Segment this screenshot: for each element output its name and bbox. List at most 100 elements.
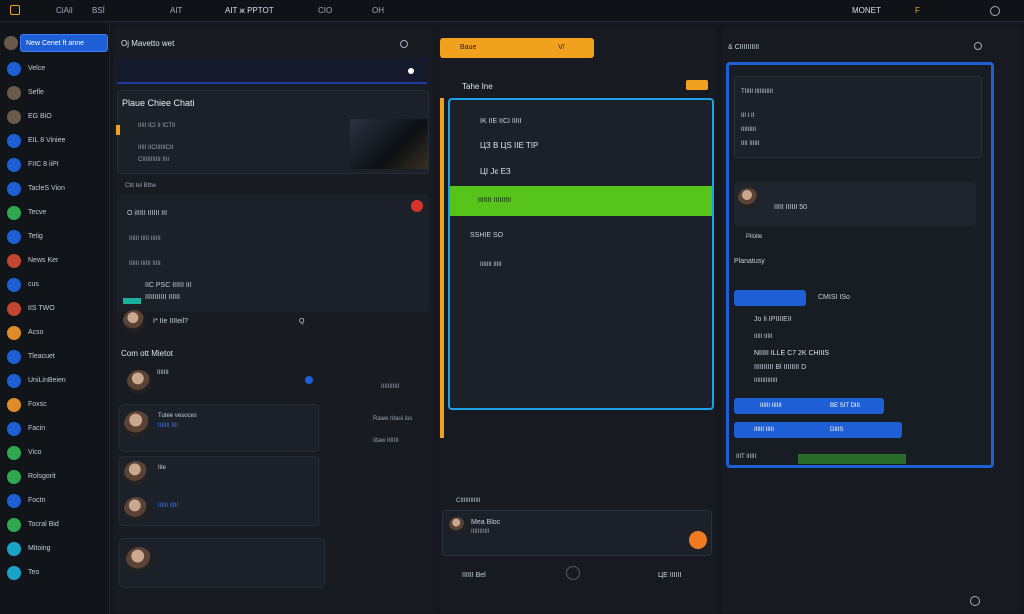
channel-icon <box>7 566 21 580</box>
send-icon[interactable] <box>689 531 707 549</box>
search-icon[interactable] <box>974 42 982 50</box>
footer-text: IIIIII Bel <box>462 572 486 579</box>
sidebar-item[interactable]: News Ker <box>4 252 108 270</box>
sidebar-item-label: Foctn <box>28 497 46 504</box>
sidebar-avatar[interactable] <box>4 36 18 50</box>
tab-count: V/ <box>558 44 565 51</box>
sidebar-item[interactable]: Foxsc <box>4 396 108 414</box>
sidebar-item[interactable]: EG BiO <box>4 108 108 126</box>
sidebar-item-label: EIL 8 Viniee <box>28 137 66 144</box>
row-text: IIIIIIIIIII <box>381 384 400 390</box>
sidebar-item-label: Mitoing <box>28 545 51 552</box>
sidebar-item[interactable]: Rolsgorit <box>4 468 108 486</box>
topbar-item-3[interactable]: CIO <box>318 7 332 15</box>
status-dot-icon <box>408 68 414 74</box>
label: Planatusy <box>734 258 765 265</box>
section-title: Ctit Iel Bthe <box>125 183 157 189</box>
detail-row: Jo Ii IPIIIIEII <box>754 316 792 323</box>
reply-card[interactable]: Mea Bloc IIIIIIIIIII <box>442 510 712 556</box>
tab-label: Baue <box>460 44 477 51</box>
sidebar-item[interactable]: UniLinBeien <box>4 372 108 390</box>
footer-text: ЦЕ IIIIII <box>658 572 682 579</box>
hero-card[interactable]: IIIII IIIIII 50 <box>734 182 976 226</box>
sidebar-item-label: Acso <box>28 329 44 336</box>
tab-2[interactable]: BSÍ <box>92 7 105 15</box>
sidebar-item-label: tIS TWO <box>28 305 55 312</box>
label: Pilolte <box>746 234 763 240</box>
sidebar-item[interactable]: Acso <box>4 324 108 342</box>
channel-icon <box>7 374 21 388</box>
action-button[interactable]: IIIIII IIIII DIIIS <box>734 422 902 438</box>
green-bar[interactable]: IIIIIII IIIIIIIII <box>450 186 712 216</box>
topbar-item-1[interactable]: AIT <box>170 7 182 15</box>
sidebar-item[interactable]: Tecve <box>4 204 108 222</box>
sidebar-item[interactable]: Teo <box>4 564 108 582</box>
footer-text: IIIT IIIIII <box>736 454 757 460</box>
tab-1[interactable]: CiAiI <box>56 7 73 15</box>
sidebar-item-label: Facin <box>28 425 46 432</box>
sidebar-item[interactable]: EIL 8 Viniee <box>4 132 108 150</box>
topbar-item-5[interactable]: MONET <box>852 7 881 15</box>
thread-card[interactable]: IK IIE IICI IIIII ЦЗ B ЦS IIE TIP ЦI Jє … <box>448 98 714 410</box>
topbar-item-2[interactable]: AIT ж PPTOT <box>225 7 274 15</box>
sidebar-item[interactable]: cus <box>4 276 108 294</box>
sidebar-item-label: EG BiO <box>28 113 52 120</box>
zoom-icon[interactable] <box>970 596 980 606</box>
channel-icon <box>7 326 21 340</box>
sidebar-item[interactable]: Tleacuet <box>4 348 108 366</box>
active-tab[interactable]: Baue V/ <box>440 38 594 58</box>
channel-icon <box>7 350 21 364</box>
featured-card[interactable]: Plaue Chiee Chati IIIII ICI II ICTII III… <box>116 90 429 174</box>
sidebar-item-label: News Ker <box>28 257 59 264</box>
info-row: IIII IIIIII <box>741 141 760 147</box>
gear-icon[interactable] <box>990 6 1000 16</box>
top-bar: CiAiI BSÍ AIT AIT ж PPTOT CIO OH MONET F <box>0 0 1024 22</box>
orange-rail <box>440 98 444 438</box>
featured-line: IIIII IICIIIIIICII <box>138 145 174 151</box>
sidebar-item[interactable]: FIIC 8 iiPI <box>4 156 108 174</box>
channel-icon <box>7 278 21 292</box>
conversation-card[interactable]: Tutee vesoces IIIIIII IIII <box>119 404 319 452</box>
primary-button[interactable] <box>734 290 806 306</box>
reaction-icon[interactable] <box>411 200 423 212</box>
channel-icon <box>7 110 21 124</box>
sidebar-item[interactable]: Foctn <box>4 492 108 510</box>
sidebar-item[interactable]: Tocral Bid <box>4 516 108 534</box>
info-title: TIIIII IIIIIIIIIII <box>741 89 774 95</box>
channel-icon <box>7 182 21 196</box>
thread-msg: IIIIIIIIIII IIIIII <box>145 294 181 301</box>
sidebar-item[interactable]: Velce <box>4 60 108 78</box>
channel-icon <box>7 398 21 412</box>
conversation-card[interactable] <box>119 538 325 588</box>
topbar-item-4[interactable]: OH <box>372 7 384 15</box>
sidebar: New Cenet ft anne Velce Sefle EG BiO EIL 8 … <box>0 22 110 614</box>
channel-icon <box>7 254 21 268</box>
refresh-icon[interactable] <box>566 566 580 580</box>
avatar[interactable] <box>123 310 145 332</box>
sidebar-item[interactable]: tIS TWO <box>4 300 108 318</box>
sidebar-item-label: Velce <box>28 65 46 72</box>
sidebar-item[interactable]: Mitoing <box>4 540 108 558</box>
featured-line: CIIIIIIIIIII IIII <box>138 157 170 163</box>
conversation-card[interactable]: Iite IIIIII IIIII <box>119 456 319 526</box>
new-chat-button[interactable]: New Cenet ft anne <box>20 34 108 52</box>
sidebar-item[interactable]: Vico <box>4 444 108 462</box>
sidebar-item[interactable]: TacleS Vion <box>4 180 108 198</box>
search-icon[interactable] <box>400 40 408 48</box>
action-button[interactable]: IIIIII IIIIII BE SIT DIII <box>734 398 884 414</box>
sidebar-item-label: Foxsc <box>28 401 47 408</box>
row-text: IIIIIII IIII <box>158 423 179 429</box>
topbar-item-6[interactable]: F <box>915 7 920 15</box>
avatar <box>124 497 148 521</box>
sidebar-item[interactable]: Sefle <box>4 84 108 102</box>
badge[interactable] <box>686 80 708 90</box>
sidebar-item[interactable]: Facin <box>4 420 108 438</box>
row-text: Tutee vesoces <box>158 413 197 419</box>
channel-icon <box>7 494 21 508</box>
thread-card[interactable]: O iIIIII IIIIII III IIIIII IIIII IIIIII … <box>117 194 429 312</box>
avatar[interactable] <box>127 370 151 394</box>
channel-icon <box>7 518 21 532</box>
sidebar-item[interactable]: Tetig <box>4 228 108 246</box>
detail-row: IIIIIIIIII Bl IIIIIIII D <box>754 364 807 371</box>
header-bar <box>117 58 427 84</box>
